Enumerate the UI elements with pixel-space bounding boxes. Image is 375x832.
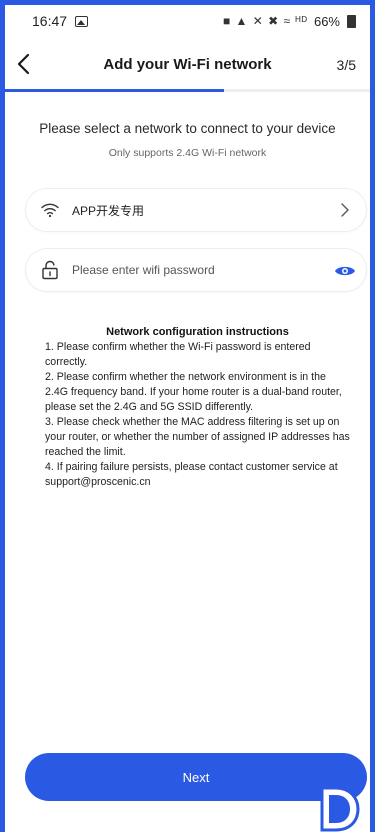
instruction-item-2: 2. Please confirm whether the network en… bbox=[45, 371, 342, 413]
status-bar: 16:47 ■ ▲ ✕ ✖ ≈ ᴴᴰ 66% bbox=[5, 5, 370, 37]
header: Add your Wi-Fi network 3/5 bbox=[5, 39, 370, 91]
battery-icon bbox=[347, 14, 356, 28]
progress-track bbox=[5, 89, 370, 92]
instruction-item-1: 1. Please confirm whether the Wi-Fi pass… bbox=[45, 341, 311, 368]
page-title: Add your Wi-Fi network bbox=[103, 56, 272, 73]
battery-percent: 66% bbox=[313, 13, 340, 29]
app-frame: 16:47 ■ ▲ ✕ ✖ ≈ ᴴᴰ 66% Add your Wi-Fi ne… bbox=[0, 0, 375, 832]
network-instruction: Please select a network to connect to yo… bbox=[39, 121, 336, 136]
instructions-title: Network configuration instructions bbox=[106, 326, 289, 338]
status-indicators: ■ ▲ ✕ ✖ ≈ ᴴᴰ bbox=[222, 14, 308, 28]
network-name: APP开发专用 bbox=[72, 203, 145, 218]
network-selector[interactable]: APP开发专用 bbox=[25, 188, 367, 232]
password-placeholder[interactable]: Please enter wifi password bbox=[72, 263, 215, 277]
status-time: 16:47 bbox=[32, 13, 68, 29]
progress-fill bbox=[5, 89, 224, 92]
chevron-right-icon bbox=[341, 203, 349, 217]
watermark-logo bbox=[320, 786, 360, 832]
status-right: ■ ▲ ✕ ✖ ≈ ᴴᴰ 66% bbox=[223, 14, 356, 29]
wifi-icon bbox=[40, 200, 60, 220]
step-counter: 3/5 bbox=[336, 57, 356, 73]
frequency-note: Only supports 2.4G Wi-Fi network bbox=[108, 147, 267, 159]
instruction-item-4: 4. If pairing failure persists, please c… bbox=[45, 461, 338, 488]
status-left: 16:47 bbox=[32, 13, 89, 29]
lock-icon bbox=[40, 260, 60, 280]
eye-icon[interactable] bbox=[334, 261, 356, 281]
configuration-instructions: Network configuration instructions 1. Pl… bbox=[45, 325, 350, 490]
password-field[interactable]: Please enter wifi password bbox=[25, 248, 367, 292]
instruction-item-3: 3. Please check whether the MAC address … bbox=[45, 416, 350, 458]
gallery-icon bbox=[75, 15, 89, 27]
next-button-label: Next bbox=[182, 769, 210, 785]
